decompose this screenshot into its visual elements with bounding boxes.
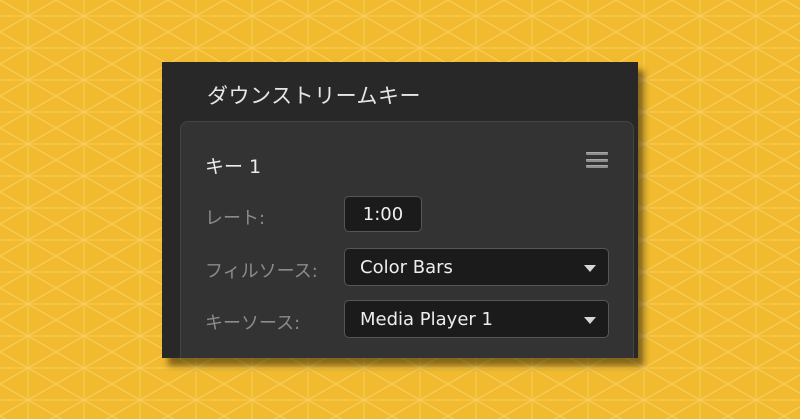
key-source-label: キーソース:: [205, 313, 301, 334]
chevron-down-icon: [584, 265, 596, 272]
fill-source-label: フィルソース:: [205, 261, 318, 282]
key-source-select[interactable]: Media Player 1: [344, 300, 609, 338]
key-source-value: Media Player 1: [360, 309, 493, 330]
fill-source-value: Color Bars: [360, 257, 453, 278]
rate-label: レート:: [205, 208, 266, 229]
panel-title: ダウンストリームキー: [207, 84, 421, 108]
hamburger-menu-icon[interactable]: [586, 152, 608, 168]
downstream-key-panel: ダウンストリームキー キー 1 レート: 1:00 フィルソース: Color …: [162, 62, 638, 358]
rate-value: 1:00: [362, 203, 404, 225]
key-1-card: キー 1 レート: 1:00 フィルソース: Color Bars キーソース:…: [180, 121, 634, 358]
rate-input[interactable]: 1:00: [344, 196, 422, 232]
key-title: キー 1: [205, 156, 262, 178]
fill-source-select[interactable]: Color Bars: [344, 248, 609, 286]
chevron-down-icon: [584, 317, 596, 324]
